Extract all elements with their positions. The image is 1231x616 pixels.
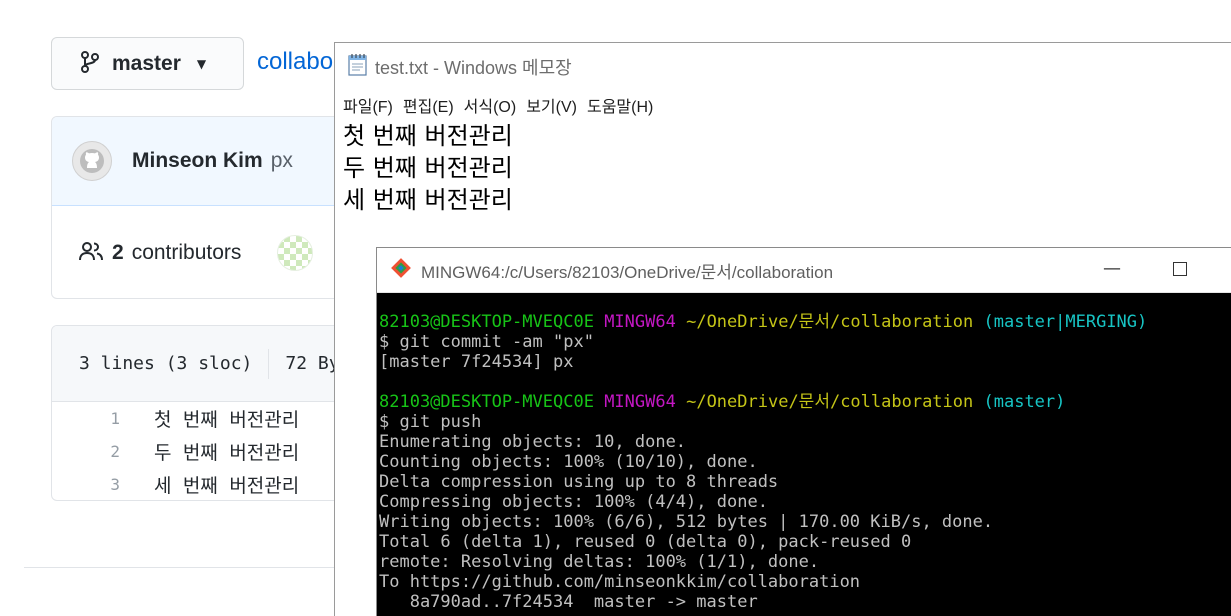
output-line: Compressing objects: 100% (4/4), done. bbox=[379, 492, 768, 512]
code-text: 두 번째 버전관리 bbox=[154, 442, 300, 464]
output-line: 8a790ad..7f24534 master -> master bbox=[379, 592, 758, 612]
prompt-line: 82103@DESKTOP-MVEQC0E MINGW64 ~/OneDrive… bbox=[379, 312, 1231, 332]
contributors-label: contributors bbox=[131, 240, 242, 264]
notepad-icon bbox=[347, 53, 369, 81]
menu-help[interactable]: 도움말(H) bbox=[587, 93, 653, 117]
text-line: 두 번째 버전관리 bbox=[343, 154, 513, 182]
output-line: Counting objects: 100% (10/10), done. bbox=[379, 452, 758, 472]
prompt-line: 82103@DESKTOP-MVEQC0E MINGW64 ~/OneDrive… bbox=[379, 392, 1231, 412]
prompt-env: MINGW64 bbox=[604, 312, 676, 332]
maximize-button[interactable] bbox=[1173, 262, 1187, 276]
output-line: To https://github.com/minseonkkim/collab… bbox=[379, 572, 861, 592]
menu-edit[interactable]: 편집(E) bbox=[403, 93, 454, 117]
menu-view[interactable]: 보기(V) bbox=[526, 93, 577, 117]
output-line: [master 7f24534] px bbox=[379, 352, 574, 372]
contributor-avatar[interactable] bbox=[277, 234, 314, 271]
contributors-count: 2 bbox=[112, 240, 124, 264]
output-line: remote: Resolving deltas: 100% (1/1), do… bbox=[379, 552, 820, 572]
code-text: 세 번째 버전관리 bbox=[154, 475, 300, 497]
terminal-output[interactable]: 82103@DESKTOP-MVEQC0E MINGW64 ~/OneDrive… bbox=[377, 293, 1231, 612]
line-number[interactable]: 3 bbox=[52, 475, 120, 494]
branch-name: master bbox=[112, 51, 181, 75]
branch-select-button[interactable]: master ▼ bbox=[51, 37, 244, 90]
footer-divider bbox=[24, 567, 344, 568]
command-line: $ git commit -am "px" bbox=[379, 332, 594, 352]
terminal-title: MINGW64:/c/Users/82103/OneDrive/문서/colla… bbox=[421, 262, 834, 282]
file-line-count: 3 lines (3 sloc) bbox=[79, 353, 253, 374]
people-icon bbox=[78, 240, 104, 266]
prompt-branch: (master|MERGING) bbox=[983, 312, 1148, 332]
notepad-text-area[interactable]: 첫 번째 버전관리 두 번째 버전관리 세 번째 버전관리 bbox=[335, 118, 1231, 216]
prompt-path: ~/OneDrive/문서/collaboration bbox=[686, 312, 974, 332]
avatar[interactable] bbox=[72, 141, 112, 181]
command-line: $ git push bbox=[379, 412, 482, 432]
output-line: Total 6 (delta 1), reused 0 (delta 0), p… bbox=[379, 532, 912, 552]
commit-header: Minseon Kim px bbox=[52, 117, 380, 206]
prompt-user: 82103@DESKTOP-MVEQC0E bbox=[379, 312, 594, 332]
text-line: 첫 번째 버전관리 bbox=[343, 122, 513, 150]
notepad-titlebar[interactable]: test.txt - Windows 메모장 bbox=[335, 43, 1231, 91]
caret-down-icon: ▼ bbox=[196, 56, 207, 71]
line-number[interactable]: 1 bbox=[52, 409, 120, 428]
prompt-path: ~/OneDrive/문서/collaboration bbox=[686, 392, 974, 412]
code-text: 첫 번째 버전관리 bbox=[154, 409, 300, 431]
terminal-window: MINGW64:/c/Users/82103/OneDrive/문서/colla… bbox=[376, 247, 1231, 616]
prompt-user: 82103@DESKTOP-MVEQC0E bbox=[379, 392, 594, 412]
line-number[interactable]: 2 bbox=[52, 442, 120, 461]
commit-author[interactable]: Minseon Kim bbox=[132, 149, 263, 173]
latest-commit-box: Minseon Kim px 2 contributors bbox=[51, 116, 381, 299]
text-line: 세 번째 버전관리 bbox=[343, 186, 513, 214]
code-line: 1 첫 번째 버전관리 bbox=[52, 402, 380, 435]
output-line: Writing objects: 100% (6/6), 512 bytes |… bbox=[379, 512, 994, 532]
prompt-branch: (master) bbox=[983, 392, 1066, 412]
git-branch-icon bbox=[80, 50, 100, 78]
github-octocat-icon bbox=[80, 149, 104, 173]
commit-message[interactable]: px bbox=[271, 149, 293, 173]
file-view-box: 3 lines (3 sloc) 72 Bytes 1 첫 번째 버전관리 2 … bbox=[51, 325, 381, 501]
terminal-titlebar[interactable]: MINGW64:/c/Users/82103/OneDrive/문서/colla… bbox=[377, 248, 1231, 293]
menu-format[interactable]: 서식(O) bbox=[464, 93, 517, 117]
git-logo-icon bbox=[389, 256, 413, 284]
code-line: 3 세 번째 버전관리 bbox=[52, 468, 380, 500]
file-info-header: 3 lines (3 sloc) 72 Bytes bbox=[52, 326, 380, 402]
notepad-menubar: 파일(F) 편집(E) 서식(O) 보기(V) 도움말(H) bbox=[335, 91, 1231, 118]
contributors-row[interactable]: 2 contributors bbox=[52, 206, 380, 298]
minimize-button[interactable]: — bbox=[1103, 258, 1121, 279]
output-line: Enumerating objects: 10, done. bbox=[379, 432, 687, 452]
output-line: Delta compression using up to 8 threads bbox=[379, 472, 779, 492]
menu-file[interactable]: 파일(F) bbox=[343, 93, 393, 117]
notepad-title: test.txt - Windows 메모장 bbox=[375, 58, 572, 78]
prompt-env: MINGW64 bbox=[604, 392, 676, 412]
code-line: 2 두 번째 버전관리 bbox=[52, 435, 380, 468]
divider bbox=[268, 348, 270, 379]
